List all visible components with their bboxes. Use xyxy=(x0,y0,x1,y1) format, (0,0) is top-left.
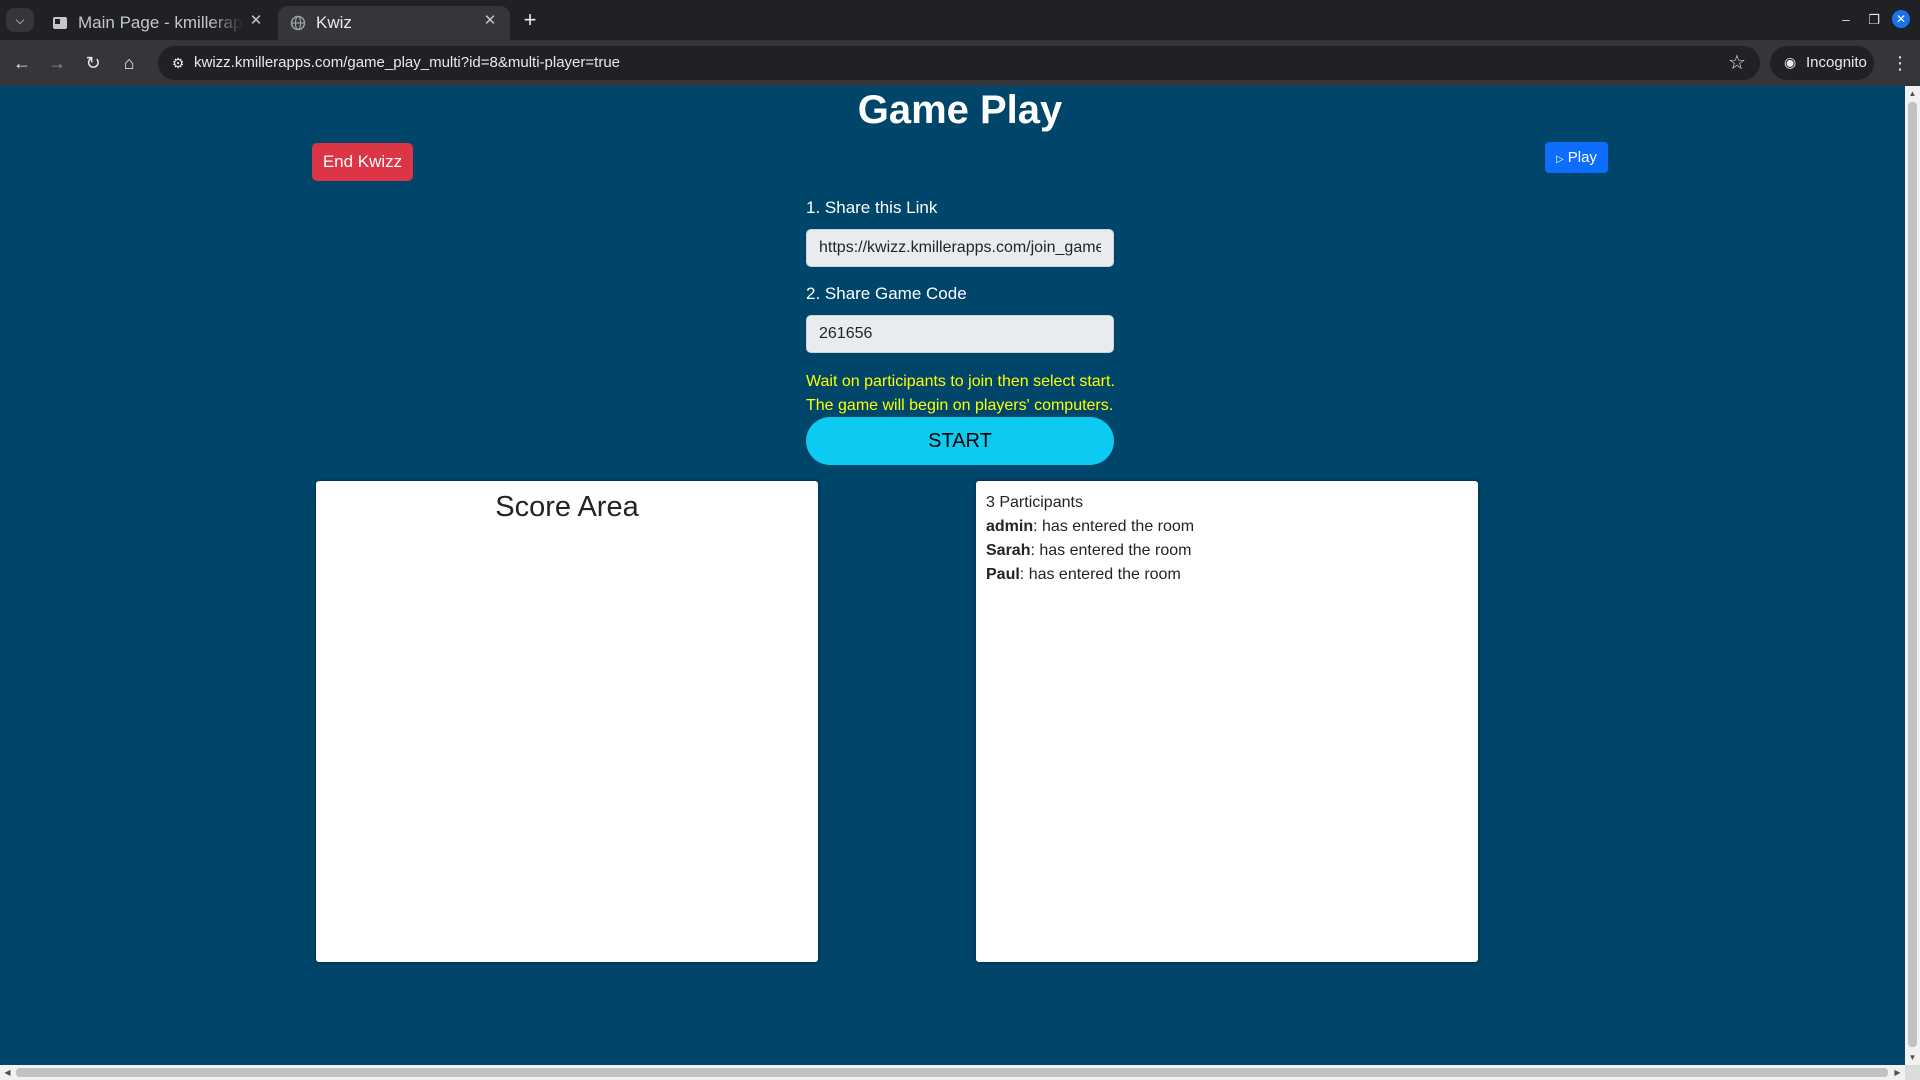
site-info-icon[interactable]: ⚙ xyxy=(166,51,190,75)
bookmark-star-icon[interactable]: ☆ xyxy=(1724,50,1750,76)
window-close-icon[interactable]: ✕ xyxy=(1892,10,1910,28)
share-link-label: 1. Share this Link xyxy=(806,198,938,217)
tab-strip: ⌵ Main Page - kmillerapps ✕ Kwiz ✕ + – ❐… xyxy=(0,0,1920,40)
play-button-label: Play xyxy=(1567,149,1597,166)
home-icon[interactable]: ⌂ xyxy=(117,51,141,75)
page-favicon-icon xyxy=(53,17,67,29)
restore-icon[interactable]: ❐ xyxy=(1864,10,1884,30)
page-title: Game Play xyxy=(857,88,1063,132)
participants-list: 3 Participants admin: has entered the ro… xyxy=(986,491,1194,587)
horizontal-scrollbar[interactable]: ◀ ▶ xyxy=(0,1065,1905,1080)
share-code-label: 2. Share Game Code xyxy=(806,284,967,303)
scroll-up-icon[interactable]: ▲ xyxy=(1905,86,1920,101)
list-item: Paul: has entered the room xyxy=(986,563,1194,587)
browser-toolbar: ← → ↻ ⌂ ⚙ kwizz.kmillerapps.com/game_pla… xyxy=(0,40,1920,86)
participant-name: Paul xyxy=(986,566,1020,583)
incognito-indicator[interactable]: ◉ Incognito xyxy=(1770,46,1874,80)
share-link-input[interactable] xyxy=(806,229,1114,267)
share-code-input[interactable] xyxy=(806,315,1114,353)
url-text[interactable]: kwizz.kmillerapps.com/game_play_multi?id… xyxy=(194,54,620,71)
globe-icon xyxy=(290,15,306,31)
tab-title: Kwiz xyxy=(316,13,352,32)
incognito-icon: ◉ xyxy=(1784,54,1797,70)
page-viewport: Game Play End Kwizz ▷ Play 1. Share this … xyxy=(0,86,1905,1065)
participants-panel: 3 Participants admin: has entered the ro… xyxy=(976,481,1478,962)
participants-count: 3 Participants xyxy=(986,494,1083,511)
score-area-panel: Score Area xyxy=(316,481,818,962)
list-item: Sarah: has entered the room xyxy=(986,539,1194,563)
close-icon[interactable]: ✕ xyxy=(480,11,500,31)
end-kwizz-button[interactable]: End Kwizz xyxy=(312,143,413,181)
list-item: admin: has entered the room xyxy=(986,515,1194,539)
reload-icon[interactable]: ↻ xyxy=(81,51,105,75)
wait-message-line: The game will begin on players' computer… xyxy=(806,397,1114,414)
score-area-title: Score Area xyxy=(495,491,639,523)
tab-search-icon[interactable]: ⌵ xyxy=(6,8,34,32)
vertical-scrollbar[interactable]: ▲ ▼ xyxy=(1905,86,1920,1065)
scrollbar-corner xyxy=(1905,1065,1920,1080)
participant-message: : has entered the room xyxy=(1019,566,1181,583)
more-menu-icon[interactable]: ⋮ xyxy=(1890,51,1910,75)
minimize-icon[interactable]: – xyxy=(1836,10,1856,30)
participant-message: : has entered the room xyxy=(1030,542,1192,559)
scroll-right-icon[interactable]: ▶ xyxy=(1890,1065,1905,1080)
incognito-label: Incognito xyxy=(1806,54,1867,71)
address-bar[interactable]: ⚙ kwizz.kmillerapps.com/game_play_multi?… xyxy=(158,46,1760,80)
forward-icon[interactable]: → xyxy=(45,51,69,75)
vertical-scroll-thumb[interactable] xyxy=(1908,102,1917,1047)
wait-message-line: Wait on participants to join then select… xyxy=(806,373,1115,390)
new-tab-icon[interactable]: + xyxy=(518,8,542,32)
participant-message: : has entered the room xyxy=(1033,518,1195,535)
wait-message: Wait on participants to join then select… xyxy=(806,370,1126,418)
tab-title: Main Page - kmillerapps xyxy=(78,13,243,32)
close-icon[interactable]: ✕ xyxy=(246,11,266,31)
horizontal-scroll-thumb[interactable] xyxy=(16,1068,1888,1077)
participant-name: admin xyxy=(986,518,1034,535)
scroll-left-icon[interactable]: ◀ xyxy=(0,1065,15,1080)
tab-kwiz[interactable]: Kwiz ✕ xyxy=(278,6,510,40)
play-button[interactable]: ▷ Play xyxy=(1545,142,1608,173)
participant-name: Sarah xyxy=(986,542,1031,559)
start-button[interactable]: START xyxy=(806,417,1114,465)
play-icon: ▷ xyxy=(1556,154,1564,165)
back-icon[interactable]: ← xyxy=(10,51,34,75)
scroll-down-icon[interactable]: ▼ xyxy=(1905,1050,1920,1065)
tab-main-page[interactable]: Main Page - kmillerapps ✕ xyxy=(40,6,276,40)
